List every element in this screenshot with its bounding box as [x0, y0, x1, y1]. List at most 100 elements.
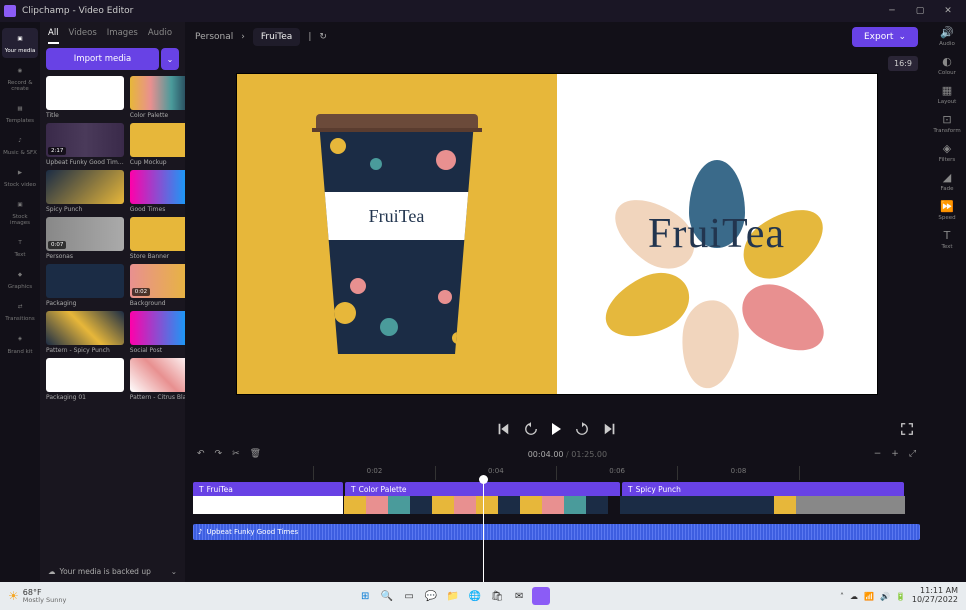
media-item[interactable]: Title: [46, 76, 124, 119]
playhead[interactable]: [483, 480, 484, 582]
chevron-up-icon[interactable]: ˄: [840, 592, 844, 601]
app-icon: [4, 5, 16, 17]
undo-button[interactable]: ↶: [197, 449, 205, 459]
media-item[interactable]: Packaging 01: [46, 358, 124, 401]
rail-item-brand-kit[interactable]: ◈Brand kit: [2, 329, 38, 359]
rightrail-speed[interactable]: ⏩Speed: [938, 200, 955, 221]
skip-end-icon[interactable]: [603, 422, 617, 436]
chat-icon[interactable]: 💬: [422, 587, 440, 605]
weather-widget[interactable]: ☀ 68°FMostly Sunny: [8, 589, 66, 604]
timeline: ↶ ↷ ✂ 🗑 00:04.00 / 01:25.00 − + ⤢ 0:020:…: [185, 442, 928, 582]
tab-all[interactable]: All: [48, 28, 59, 44]
volume-icon[interactable]: 🔊: [880, 592, 890, 601]
backup-status[interactable]: ☁ Your media is backed up ⌄: [46, 561, 179, 582]
step-back-icon[interactable]: [524, 422, 538, 436]
media-item[interactable]: Pattern - Citrus Blast: [130, 358, 185, 401]
export-button[interactable]: Export⌄: [852, 27, 918, 47]
media-item[interactable]: 0:07Personas: [46, 217, 124, 260]
rail-item-transitions[interactable]: ⇄Transitions: [2, 296, 38, 326]
rightrail-text[interactable]: TText: [941, 229, 952, 250]
audio-clip[interactable]: ♪ Upbeat Funky Good Times: [193, 524, 920, 540]
media-item[interactable]: Good Times: [130, 170, 185, 213]
maximize-button[interactable]: ▢: [906, 1, 934, 21]
import-media-button[interactable]: Import media: [46, 48, 159, 70]
sync-icon[interactable]: ↻: [319, 32, 327, 42]
mail-icon[interactable]: ✉: [510, 587, 528, 605]
media-item[interactable]: Pattern - Spicy Punch: [46, 311, 124, 354]
breadcrumb-root[interactable]: Personal: [195, 32, 233, 42]
media-panel: All Videos Images Audio Import media ⌄ T…: [40, 22, 185, 582]
explorer-icon[interactable]: 📁: [444, 587, 462, 605]
zoom-in-button[interactable]: +: [891, 449, 899, 459]
edge-icon[interactable]: 🌐: [466, 587, 484, 605]
rail-item-music-sfx[interactable]: ♪Music & SFX: [2, 130, 38, 160]
close-button[interactable]: ✕: [934, 1, 962, 21]
clip-header[interactable]: TFruiTea: [193, 482, 343, 496]
media-item[interactable]: 2:17Upbeat Funky Good Tim…: [46, 123, 124, 166]
rightrail-transform[interactable]: ⊡Transform: [933, 113, 960, 134]
breadcrumb-project[interactable]: FruiTea: [253, 28, 300, 46]
preview-canvas[interactable]: FruiTea FruiTea: [237, 74, 877, 394]
video-track[interactable]: [193, 496, 920, 520]
onedrive-icon[interactable]: ☁: [850, 592, 858, 601]
split-button[interactable]: ✂: [232, 449, 240, 459]
skip-start-icon[interactable]: [496, 422, 510, 436]
cup-label: FruiTea: [320, 192, 474, 240]
media-item[interactable]: Cup Mockup: [130, 123, 185, 166]
rightrail-fade[interactable]: ◢Fade: [941, 171, 954, 192]
ruler[interactable]: 0:020:040:060:08: [193, 466, 920, 480]
rightrail-audio[interactable]: 🔊Audio: [939, 26, 955, 47]
start-button[interactable]: ⊞: [356, 587, 374, 605]
battery-icon[interactable]: 🔋: [896, 592, 906, 601]
media-item[interactable]: Color Palette: [130, 76, 185, 119]
delete-button[interactable]: 🗑: [250, 449, 261, 459]
rail-item-your-media[interactable]: ▣Your media: [2, 28, 38, 58]
minimize-button[interactable]: ─: [878, 1, 906, 21]
redo-button[interactable]: ↷: [215, 449, 223, 459]
search-icon[interactable]: 🔍: [378, 587, 396, 605]
rail-item-graphics[interactable]: ◆Graphics: [2, 264, 38, 294]
media-item[interactable]: 0:02Background: [130, 264, 185, 307]
wifi-icon[interactable]: 📶: [864, 592, 874, 601]
rail-item-stock-video[interactable]: ▶Stock video: [2, 162, 38, 192]
rail-item-templates[interactable]: ▦Templates: [2, 98, 38, 128]
play-button[interactable]: [552, 423, 561, 435]
left-rail: ▣Your media◉Record & create▦Templates♪Mu…: [0, 22, 40, 582]
video-clip[interactable]: [620, 496, 905, 520]
right-rail: 🔊Audio ◐Colour ▦Layout ⊡Transform ◈Filters ◢F…: [928, 22, 966, 582]
tab-audio[interactable]: Audio: [148, 28, 172, 44]
zoom-out-button[interactable]: −: [874, 449, 882, 459]
taskview-icon[interactable]: ▭: [400, 587, 418, 605]
tab-videos[interactable]: Videos: [69, 28, 97, 44]
rail-item-record-create[interactable]: ◉Record & create: [2, 60, 38, 96]
store-icon[interactable]: 🛍: [488, 587, 506, 605]
chevron-down-icon: ⌄: [898, 32, 906, 42]
taskbar[interactable]: ☀ 68°FMostly Sunny ⊞ 🔍 ▭ 💬 📁 🌐 🛍 ✉ ˄ ☁ 📶…: [0, 582, 966, 610]
rightrail-colour[interactable]: ◐Colour: [938, 55, 956, 76]
video-clip[interactable]: [344, 496, 619, 520]
cloud-icon: ☁: [48, 567, 56, 576]
fullscreen-icon[interactable]: [900, 422, 914, 436]
sun-icon: ☀: [8, 590, 19, 602]
step-forward-icon[interactable]: [575, 422, 589, 436]
media-item[interactable]: Spicy Punch: [46, 170, 124, 213]
import-dropdown[interactable]: ⌄: [161, 48, 179, 70]
media-item[interactable]: Packaging: [46, 264, 124, 307]
tracks[interactable]: TFruiTea TColor Palette TSpicy Punch ♪ U…: [193, 480, 920, 582]
system-tray[interactable]: ˄ ☁ 📶 🔊 🔋 11:11 AM10/27/2022: [840, 587, 958, 605]
clipchamp-icon[interactable]: [532, 587, 550, 605]
chevron-down-icon: ⌄: [171, 567, 177, 576]
media-item[interactable]: Store Banner: [130, 217, 185, 260]
tab-images[interactable]: Images: [107, 28, 138, 44]
rightrail-layout[interactable]: ▦Layout: [938, 84, 957, 105]
rightrail-filters[interactable]: ◈Filters: [939, 142, 956, 163]
aspect-ratio-button[interactable]: 16:9: [888, 56, 918, 71]
zoom-fit-button[interactable]: ⤢: [909, 449, 916, 459]
rail-item-text[interactable]: TText: [2, 232, 38, 262]
clip-header[interactable]: TSpicy Punch: [622, 482, 904, 496]
brand-text: FruiTea: [648, 210, 785, 258]
video-clip[interactable]: [193, 496, 343, 520]
media-item[interactable]: Social Post: [130, 311, 185, 354]
rail-item-stock-images[interactable]: ▣Stock images: [2, 194, 38, 230]
player-controls: [185, 416, 928, 442]
